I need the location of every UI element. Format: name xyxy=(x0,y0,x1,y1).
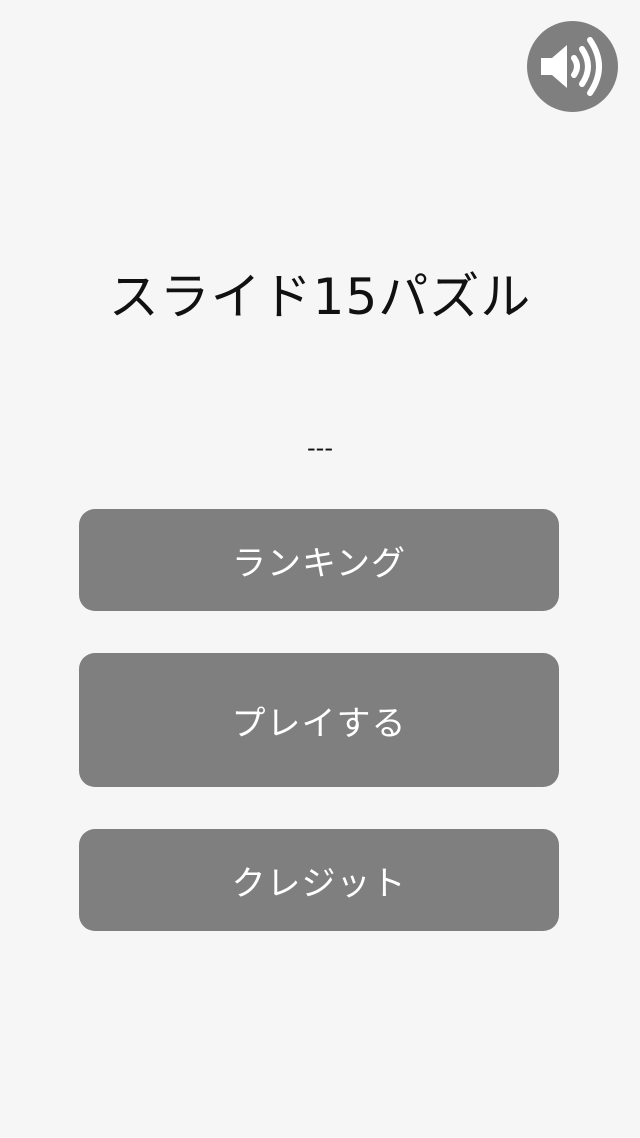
ranking-button[interactable]: ランキング xyxy=(79,509,559,611)
play-button[interactable]: プレイする xyxy=(79,653,559,787)
speaker-volume-icon xyxy=(541,37,602,96)
credit-button[interactable]: クレジット xyxy=(79,829,559,931)
sound-toggle-button[interactable] xyxy=(527,21,618,112)
best-score-text: --- xyxy=(307,434,333,462)
game-title: スライド15パズル xyxy=(108,268,532,326)
title-screen: スライド15パズル --- ランキング プレイする クレジット xyxy=(0,0,640,1138)
